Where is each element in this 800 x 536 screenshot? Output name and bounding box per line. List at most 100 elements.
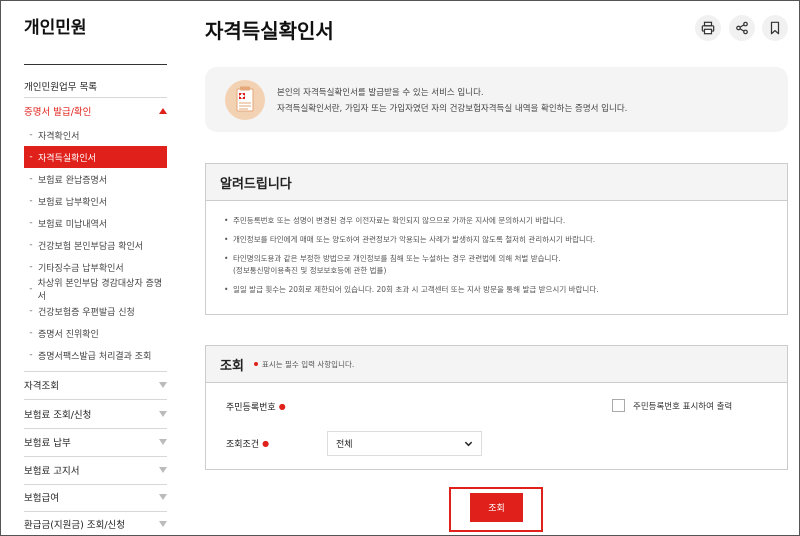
sidebar-divider (24, 64, 167, 65)
sidebar-item-label: 차상위 본인부담 경감대상자 증명서 (37, 279, 163, 302)
sidebar-section-premium-payment[interactable]: 보험료 납부 (24, 431, 167, 453)
condition-label: 조회조건 ● (226, 437, 269, 450)
rrn-display-checkbox[interactable] (612, 399, 625, 412)
chevron-down-icon (159, 411, 167, 417)
sidebar-section-label: 자격조회 (24, 381, 59, 392)
rrn-display-option[interactable]: 주민등록번호 표시하여 출력 (612, 399, 732, 412)
dash-icon: - (29, 262, 33, 272)
notice-item: 타인명의도용과 같은 부정한 방법으로 개인정보를 침해 또는 누설하는 경우 … (224, 253, 774, 277)
dash-icon: - (29, 306, 33, 316)
service-info-box: 본인의 자격득실확인서를 발급받을 수 있는 서비스 입니다. 자격득실확인서란… (205, 67, 788, 132)
notice-item: 개인정보를 타인에게 매매 또는 양도하여 관련정보가 악용되는 사례가 발생하… (224, 234, 774, 246)
notice-title: 알려드립니다 (206, 164, 787, 201)
sidebar-section-label: 증명서 발급/확인 (24, 107, 92, 118)
sidebar-item-copay-confirm[interactable]: - 건강보험 본인부담금 확인서 (24, 234, 167, 256)
required-note-text: 표시는 필수 입력 사항입니다. (261, 359, 355, 369)
sidebar-separator (24, 371, 167, 372)
sidebar-item-other-levy-confirm[interactable]: - 기타징수금 납부확인서 (24, 256, 167, 278)
sidebar-section-certificate[interactable]: 증명서 발급/확인 (24, 104, 167, 118)
sidebar-section-label: 보험료 고지서 (24, 466, 80, 477)
sidebar-section-label: 보험료 조회/신청 (24, 410, 92, 421)
sidebar-separator (24, 511, 167, 512)
sidebar-item-label: 증명서팩스발급 처리결과 조회 (38, 351, 152, 362)
notice-item: 일일 발급 횟수는 20회로 제한되어 있습니다. 20회 초과 시 고객센터 … (224, 284, 774, 296)
condition-select[interactable]: 전체 (327, 431, 482, 456)
chevron-up-icon (159, 108, 167, 114)
required-note: 표시는 필수 입력 사항입니다. (253, 359, 355, 370)
rrn-label: 주민등록번호 ● (226, 400, 286, 413)
print-button[interactable] (695, 15, 721, 41)
dash-icon: - (29, 174, 33, 184)
notice-item-text: 주민등록번호 또는 성명이 변경된 경우 이전자료는 확인되지 않으므로 가까운… (233, 216, 566, 225)
dash-icon: - (29, 350, 33, 360)
sidebar-item-label: 자격확인서 (38, 131, 80, 142)
sidebar-section-label: 보험료 납부 (24, 438, 71, 449)
notice-item-text: 일일 발급 횟수는 20회로 제한되어 있습니다. 20회 초과 시 고객센터 … (233, 285, 599, 294)
dash-icon: - (29, 240, 33, 250)
sidebar-item-cert-verify[interactable]: - 증명서 진위확인 (24, 322, 167, 344)
sidebar-section-qualification[interactable]: 자격조회 (24, 374, 167, 396)
bookmark-button[interactable] (762, 15, 788, 41)
sidebar-link-service-list[interactable]: 개인민원업무 목록 (24, 79, 97, 93)
notice-item-text: 개인정보를 타인에게 매매 또는 양도하여 관련정보가 악용되는 사례가 발생하… (233, 235, 596, 244)
sidebar-title: 개인민원 (24, 18, 87, 38)
sidebar-item-reduction-cert[interactable]: - 차상위 본인부담 경감대상자 증명서 (24, 278, 167, 302)
sidebar-item-label: 건강보험 본인부담금 확인서 (38, 241, 144, 252)
search-button[interactable]: 조회 (470, 493, 523, 522)
document-icon (225, 80, 265, 120)
chevron-down-icon (159, 521, 167, 527)
dash-icon: - (29, 328, 33, 338)
query-header: 조회 표시는 필수 입력 사항입니다. (206, 346, 787, 383)
service-definition: 자격득실확인서란, 가입자 또는 가입자였던 자의 건강보험자격득실 내역을 확… (277, 104, 628, 114)
sidebar: 개인민원 개인민원업무 목록 증명서 발급/확인 - 자격확인서 - 자격득실확인서… (0, 0, 180, 536)
dash-icon: - (29, 130, 33, 140)
notice-item-subtext: (정보통신망이용촉진 및 정보보호등에 관한 법률) (233, 266, 387, 275)
sidebar-item-qualification-history[interactable]: - 자격득실확인서 (24, 146, 167, 168)
page-title: 자격득실확인서 (205, 19, 334, 43)
sidebar-section-premium-bill[interactable]: 보험료 고지서 (24, 459, 167, 481)
service-description: 본인의 자격득실확인서를 발급받을 수 있는 서비스 입니다. (277, 88, 484, 98)
notice-panel: 알려드립니다 주민등록번호 또는 성명이 변경된 경우 이전자료는 확인되지 않… (205, 163, 788, 315)
dash-icon: - (29, 152, 33, 162)
sidebar-item-label: 보험료 완납증명서 (38, 175, 108, 186)
required-dot-icon (253, 362, 258, 366)
notice-item-text: 타인명의도용과 같은 부정한 방법으로 개인정보를 침해 또는 누설하는 경우 … (233, 254, 561, 263)
sidebar-separator (24, 456, 167, 457)
sidebar-separator (24, 399, 167, 400)
required-marker: ● (278, 402, 286, 411)
sidebar-section-benefits[interactable]: 보험급여 (24, 486, 167, 508)
query-title: 조회 (220, 358, 244, 374)
condition-select-value: 전체 (336, 440, 353, 450)
dash-icon: - (29, 218, 33, 228)
print-icon (701, 21, 715, 35)
sidebar-section-refund[interactable]: 환급금(지원금) 조회/신청 (24, 513, 167, 535)
sidebar-item-unpaid-details[interactable]: - 보험료 미납내역서 (24, 212, 167, 234)
rrn-label-text: 주민등록번호 (226, 403, 276, 413)
chevron-down-icon (464, 441, 473, 447)
sidebar-item-label: 증명서 진위확인 (38, 329, 99, 340)
chevron-down-icon (159, 382, 167, 388)
sidebar-item-full-payment-cert[interactable]: - 보험료 완납증명서 (24, 168, 167, 190)
share-icon (736, 21, 748, 35)
dash-icon: - (29, 284, 33, 294)
sidebar-section-label: 보험급여 (24, 493, 59, 504)
sidebar-item-card-mail-request[interactable]: - 건강보험증 우편발급 신청 (24, 300, 167, 322)
share-button[interactable] (729, 15, 755, 41)
query-form: 조회 표시는 필수 입력 사항입니다. 주민등록번호 ● 주민등록번호 표시하여 … (205, 345, 788, 470)
bookmark-icon (770, 21, 780, 35)
sidebar-separator (24, 484, 167, 485)
rrn-display-checkbox-label: 주민등록번호 표시하여 출력 (633, 401, 733, 412)
sidebar-section-premium-inquiry[interactable]: 보험료 조회/신청 (24, 403, 167, 425)
sidebar-separator (24, 97, 167, 98)
chevron-down-icon (159, 467, 167, 473)
dash-icon: - (29, 196, 33, 206)
sidebar-item-label: 건강보험증 우편발급 신청 (38, 307, 135, 318)
chevron-down-icon (159, 494, 167, 500)
chevron-down-icon (159, 439, 167, 445)
sidebar-item-qualification-confirm[interactable]: - 자격확인서 (24, 124, 167, 146)
sidebar-item-fax-result[interactable]: - 증명서팩스발급 처리결과 조회 (24, 344, 167, 366)
sidebar-item-payment-confirm[interactable]: - 보험료 납부확인서 (24, 190, 167, 212)
notice-item: 주민등록번호 또는 성명이 변경된 경우 이전자료는 확인되지 않으므로 가까운… (224, 215, 774, 227)
condition-label-text: 조회조건 (226, 440, 260, 450)
notice-list: 주민등록번호 또는 성명이 변경된 경우 이전자료는 확인되지 않으므로 가까운… (224, 215, 774, 303)
